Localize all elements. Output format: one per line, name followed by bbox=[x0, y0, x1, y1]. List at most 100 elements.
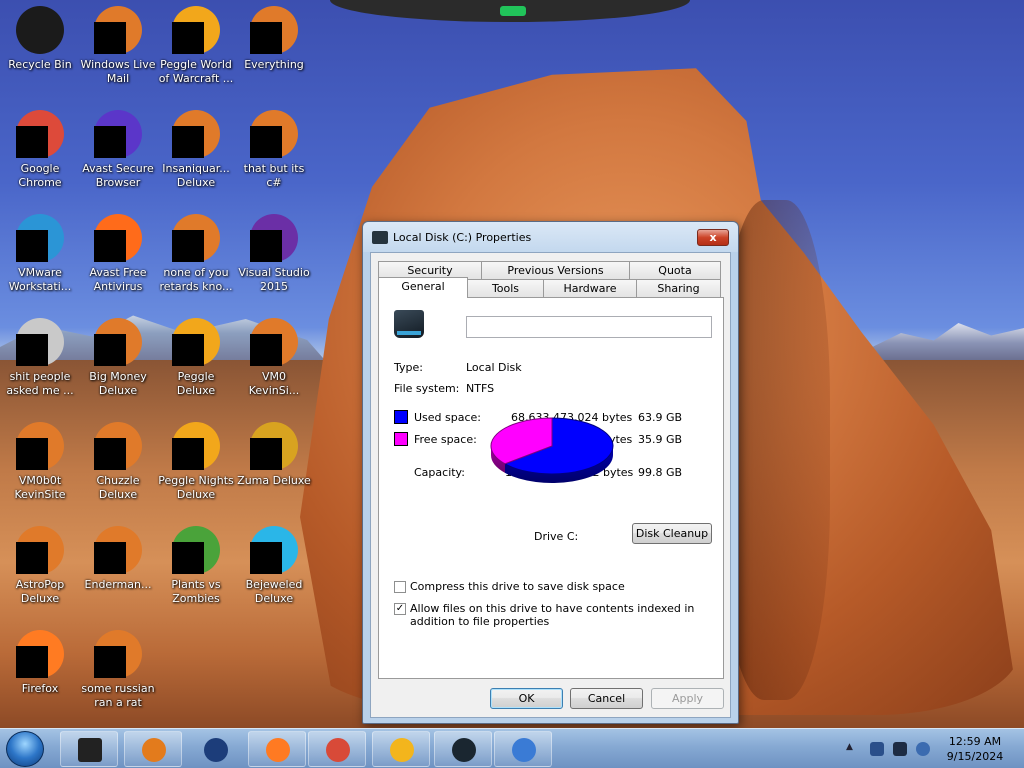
taskbar: ▲ 12:59 AM 9/15/2024 bbox=[0, 728, 1024, 768]
peggle-icon bbox=[172, 318, 220, 366]
mail-icon bbox=[94, 6, 142, 54]
show-hidden-icons-icon[interactable]: ▲ bbox=[846, 742, 860, 756]
taskbar-button[interactable] bbox=[494, 731, 552, 767]
red-app-icon bbox=[172, 214, 220, 262]
divider bbox=[394, 552, 712, 553]
desktop-icon-label: Enderman... bbox=[84, 578, 152, 591]
desktop-icon[interactable]: AstroPop Deluxe bbox=[0, 522, 80, 622]
desktop-icon[interactable]: Recycle Bin bbox=[0, 2, 80, 102]
pvz-icon bbox=[172, 526, 220, 574]
globe-icon bbox=[204, 738, 228, 762]
taskbar-button[interactable] bbox=[308, 731, 366, 767]
desktop-icon[interactable]: none of you retards kno... bbox=[156, 210, 236, 310]
desktop-icon-label: that but its c# bbox=[243, 162, 305, 189]
general-tab-panel: Type: Local Disk File system: NTFS Used … bbox=[378, 297, 724, 679]
desktop-icon[interactable]: Google Chrome bbox=[0, 106, 80, 206]
desktop-icon-label: Bejeweled Deluxe bbox=[245, 578, 303, 605]
desktop-icon[interactable]: VMware Workstati... bbox=[0, 210, 80, 310]
tab-previous-versions[interactable]: Previous Versions bbox=[481, 261, 630, 279]
avast-browser-icon bbox=[390, 738, 414, 762]
tab-sharing[interactable]: Sharing bbox=[636, 279, 721, 297]
desktop-icon[interactable]: that but its c# bbox=[234, 106, 314, 206]
taskbar-button[interactable] bbox=[60, 731, 118, 767]
media-player-icon bbox=[142, 738, 166, 762]
tab-label: Tools bbox=[491, 282, 520, 295]
desktop-icon-label: VM0b0t KevinSite bbox=[14, 474, 66, 501]
desktop-icon[interactable]: Everything bbox=[234, 2, 314, 102]
desktop-icon[interactable]: some russian ran a rat bbox=[78, 626, 158, 726]
tab-hardware[interactable]: Hardware bbox=[543, 279, 637, 297]
drive-properties-icon bbox=[78, 738, 102, 762]
close-button[interactable]: x bbox=[697, 229, 729, 246]
drive-icon bbox=[372, 231, 388, 244]
desktop-icon-label: VMware Workstati... bbox=[8, 266, 72, 293]
network-app-icon bbox=[512, 738, 536, 762]
desktop-icon-label: Avast Secure Browser bbox=[82, 162, 154, 189]
desktop-icon[interactable]: Windows Live Mail bbox=[78, 2, 158, 102]
desktop-icon[interactable]: Avast Secure Browser bbox=[78, 106, 158, 206]
visual-studio-icon bbox=[250, 214, 298, 262]
desktop-icon[interactable]: VM0b0t KevinSite bbox=[0, 418, 80, 518]
desktop-icon[interactable]: Visual Studio 2015 bbox=[234, 210, 314, 310]
gem-icon bbox=[250, 526, 298, 574]
desktop-icon[interactable]: Insaniquar... Deluxe bbox=[156, 106, 236, 206]
app-icon bbox=[94, 526, 142, 574]
desktop-icon[interactable]: Bejeweled Deluxe bbox=[234, 522, 314, 622]
tab-quota[interactable]: Quota bbox=[629, 261, 721, 279]
desktop-icon[interactable]: Enderman... bbox=[78, 522, 158, 622]
desktop-icon-label: shit people asked me ... bbox=[6, 370, 74, 397]
index-checkbox[interactable]: ✓ bbox=[394, 603, 406, 615]
desktop-icon[interactable]: Plants vs Zombies bbox=[156, 522, 236, 622]
vm-icon bbox=[16, 422, 64, 470]
disk-cleanup-button[interactable]: Disk Cleanup bbox=[632, 523, 712, 544]
app-icon bbox=[94, 630, 142, 678]
desktop-icon[interactable]: Chuzzle Deluxe bbox=[78, 418, 158, 518]
volume-label-input[interactable] bbox=[466, 316, 712, 338]
taskbar-button[interactable] bbox=[124, 731, 182, 767]
desktop-icon-label: Peggle World of Warcraft ... bbox=[158, 58, 234, 85]
taskbar-button[interactable] bbox=[248, 731, 306, 767]
start-button[interactable] bbox=[6, 731, 44, 767]
volume-icon[interactable] bbox=[916, 742, 930, 756]
free-space-swatch bbox=[394, 432, 408, 446]
file-system-value: NTFS bbox=[466, 382, 495, 395]
taskbar-button[interactable] bbox=[186, 731, 244, 767]
window-titlebar[interactable]: Local Disk (C:) Properties x bbox=[363, 222, 738, 252]
ok-button[interactable]: OK bbox=[490, 688, 563, 709]
divider bbox=[394, 402, 712, 403]
desktop-icon[interactable]: Avast Free Antivirus bbox=[78, 210, 158, 310]
desktop-icon[interactable]: shit people asked me ... bbox=[0, 314, 80, 414]
clock[interactable]: 12:59 AM 9/15/2024 bbox=[940, 734, 1010, 764]
compress-checkbox[interactable] bbox=[394, 581, 406, 593]
desktop-icon[interactable]: Zuma Deluxe bbox=[234, 418, 314, 518]
desktop-icon-label: AstroPop Deluxe bbox=[15, 578, 65, 605]
index-label: Allow files on this drive to have conten… bbox=[410, 602, 695, 628]
fish-game-icon bbox=[172, 110, 220, 158]
desktop-icon[interactable]: Peggle World of Warcraft ... bbox=[156, 2, 236, 102]
desktop-icon-label: VM0 KevinSi... bbox=[248, 370, 300, 397]
desktop-icon[interactable]: Peggle Nights Deluxe bbox=[156, 418, 236, 518]
search-app-icon bbox=[250, 6, 298, 54]
desktop-icon-label: Avast Free Antivirus bbox=[89, 266, 147, 293]
type-label: Type: bbox=[394, 361, 423, 374]
desktop-icon-label: Big Money Deluxe bbox=[89, 370, 147, 397]
taskbar-button[interactable] bbox=[434, 731, 492, 767]
window-title: Local Disk (C:) Properties bbox=[393, 231, 532, 244]
cancel-button[interactable]: Cancel bbox=[570, 688, 643, 709]
desktop-icon[interactable]: VM0 KevinSi... bbox=[234, 314, 314, 414]
taskbar-button[interactable] bbox=[372, 731, 430, 767]
shield-icon[interactable] bbox=[870, 742, 884, 756]
network-icon[interactable] bbox=[893, 742, 907, 756]
desktop-icon[interactable]: Firefox bbox=[0, 626, 80, 726]
desktop-icon-label: Chuzzle Deluxe bbox=[96, 474, 140, 501]
tab-label: General bbox=[401, 280, 445, 293]
tab-tools[interactable]: Tools bbox=[467, 279, 544, 297]
apply-button[interactable]: Apply bbox=[651, 688, 724, 709]
disk-usage-pie bbox=[490, 417, 614, 483]
desktop-icon[interactable]: Big Money Deluxe bbox=[78, 314, 158, 414]
desktop-icon-label: some russian ran a rat bbox=[81, 682, 155, 709]
gadget-indicator bbox=[500, 6, 526, 16]
desktop-icon[interactable]: Peggle Deluxe bbox=[156, 314, 236, 414]
tab-general[interactable]: General bbox=[378, 277, 468, 298]
firefox-icon bbox=[266, 738, 290, 762]
